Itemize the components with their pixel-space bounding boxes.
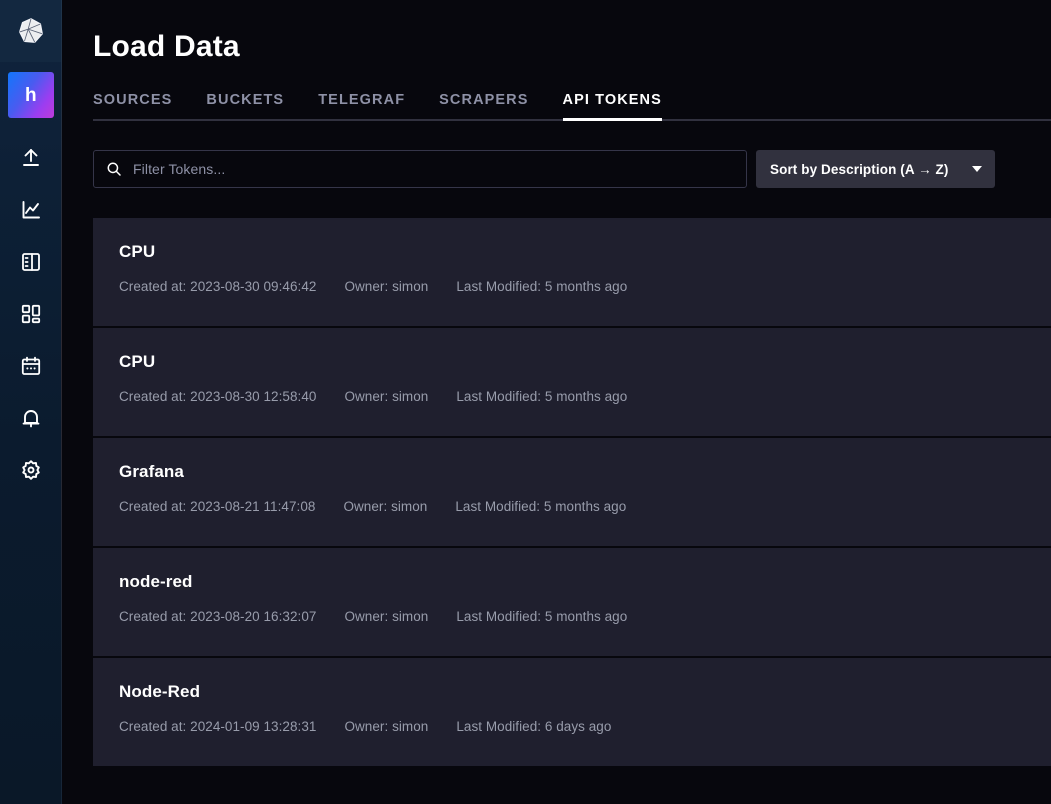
dashboards-grid-icon	[19, 302, 43, 326]
token-modified: Last Modified: 5 months ago	[456, 609, 628, 624]
search-box[interactable]	[93, 150, 747, 188]
token-meta: Created at: 2023-08-21 11:47:08 Owner: s…	[119, 498, 1051, 516]
table-row[interactable]: Node-Red Created at: 2024-01-09 13:28:31…	[93, 658, 1051, 766]
influxdb-logo-button[interactable]	[0, 0, 62, 62]
sidebar-item-load-data[interactable]	[0, 132, 62, 184]
sidebar-item-settings[interactable]	[0, 444, 62, 496]
token-created: Created at: 2023-08-21 11:47:08	[119, 499, 316, 514]
token-meta: Created at: 2023-08-20 16:32:07 Owner: s…	[119, 608, 1051, 626]
token-modified: Last Modified: 5 months ago	[456, 279, 628, 294]
token-created: Created at: 2023-08-30 12:58:40	[119, 389, 317, 404]
token-meta: Created at: 2023-08-30 09:46:42 Owner: s…	[119, 278, 1051, 296]
token-owner: Owner: simon	[344, 279, 429, 294]
tab-bar: SOURCES BUCKETS TELEGRAF SCRAPERS API TO…	[93, 92, 1051, 121]
token-name: CPU	[119, 352, 156, 371]
user-avatar[interactable]: h	[8, 72, 54, 118]
token-modified: Last Modified: 5 months ago	[456, 389, 628, 404]
token-name: CPU	[119, 242, 156, 261]
token-created: Created at: 2024-01-09 13:28:31	[119, 719, 317, 734]
tab-api-tokens[interactable]: API TOKENS	[562, 92, 663, 121]
token-meta: Created at: 2024-01-09 13:28:31 Owner: s…	[119, 718, 1051, 736]
token-owner: Owner: simon	[344, 719, 429, 734]
token-name: Grafana	[119, 462, 184, 481]
sidebar-item-notebooks[interactable]	[0, 236, 62, 288]
main-content: Load Data SOURCES BUCKETS TELEGRAF SCRAP…	[62, 0, 1051, 804]
token-list: CPU Created at: 2023-08-30 09:46:42 Owne…	[93, 218, 1051, 766]
upload-arrow-icon	[19, 146, 43, 170]
token-owner: Owner: simon	[343, 499, 428, 514]
token-name: Node-Red	[119, 682, 201, 701]
token-meta: Created at: 2023-08-30 12:58:40 Owner: s…	[119, 388, 1051, 406]
sidebar-item-alerts[interactable]	[0, 392, 62, 444]
filter-toolbar: Sort by Description (A → Z)	[93, 150, 1051, 188]
notebook-icon	[19, 250, 43, 274]
page-title: Load Data	[93, 30, 240, 63]
table-row[interactable]: CPU Created at: 2023-08-30 09:46:42 Owne…	[93, 218, 1051, 326]
token-modified: Last Modified: 6 days ago	[456, 719, 612, 734]
line-graph-icon	[19, 198, 43, 222]
bell-alert-icon	[19, 406, 43, 430]
left-sidebar: h	[0, 0, 62, 804]
tab-buckets[interactable]: BUCKETS	[206, 92, 284, 121]
sidebar-item-tasks[interactable]	[0, 340, 62, 392]
search-icon	[106, 161, 122, 177]
token-modified: Last Modified: 5 months ago	[455, 499, 627, 514]
token-created: Created at: 2023-08-20 16:32:07	[119, 609, 317, 624]
sort-dropdown[interactable]: Sort by Description (A → Z)	[756, 150, 995, 188]
gear-settings-icon	[19, 458, 43, 482]
token-owner: Owner: simon	[344, 389, 429, 404]
table-row[interactable]: CPU Created at: 2023-08-30 12:58:40 Owne…	[93, 328, 1051, 436]
calendar-tasks-icon	[19, 354, 43, 378]
chevron-down-icon	[972, 166, 982, 172]
app-root: h Load Data SOURCES BUCKETS TELEGRAF SCR…	[0, 0, 1051, 804]
search-input[interactable]	[133, 161, 734, 177]
tab-scrapers[interactable]: SCRAPERS	[439, 92, 528, 121]
token-name: node-red	[119, 572, 193, 591]
token-owner: Owner: simon	[344, 609, 429, 624]
sidebar-item-data-explorer[interactable]	[0, 184, 62, 236]
token-created: Created at: 2023-08-30 09:46:42	[119, 279, 317, 294]
avatar-initial: h	[25, 84, 37, 106]
sort-dropdown-label: Sort by Description (A → Z)	[770, 161, 949, 177]
tab-telegraf[interactable]: TELEGRAF	[318, 92, 405, 121]
table-row[interactable]: Grafana Created at: 2023-08-21 11:47:08 …	[93, 438, 1051, 546]
sidebar-nav	[0, 132, 62, 496]
influxdb-logo-icon	[16, 16, 46, 46]
tab-sources[interactable]: SOURCES	[93, 92, 172, 121]
table-row[interactable]: node-red Created at: 2023-08-20 16:32:07…	[93, 548, 1051, 656]
sidebar-item-dashboards[interactable]	[0, 288, 62, 340]
